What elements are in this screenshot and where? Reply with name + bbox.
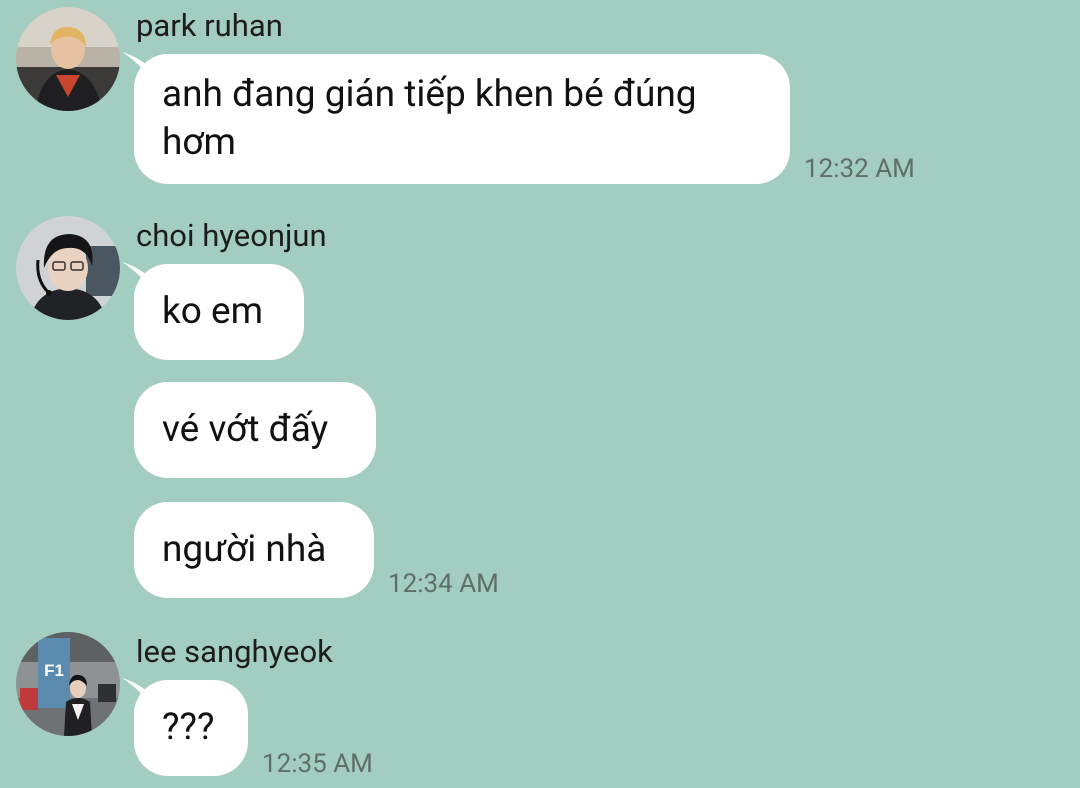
message-bubble[interactable]: ??? <box>134 680 248 776</box>
message-bubble[interactable]: người nhà <box>134 502 374 598</box>
message-timestamp: 12:35 AM <box>262 749 373 779</box>
message-text: ??? <box>162 706 215 749</box>
sender-name: lee sanghyeok <box>136 633 333 670</box>
message-text: người nhà <box>162 528 327 571</box>
avatar-photo-icon: F1 <box>16 632 120 736</box>
message-bubble[interactable]: anh đang gián tiếp khen bé đúng hơm <box>134 54 790 184</box>
message-text: vé vớt đấy <box>162 408 329 451</box>
message-bubble[interactable]: ko em <box>134 264 304 360</box>
message-text: anh đang gián tiếp khen bé đúng hơm <box>162 73 697 164</box>
sender-name: park ruhan <box>136 7 283 44</box>
avatar-photo-icon <box>16 216 120 320</box>
avatar-choi-hyeonjun[interactable] <box>16 216 120 320</box>
avatar-lee-sanghyeok[interactable]: F1 <box>16 632 120 736</box>
message-bubble[interactable]: vé vớt đấy <box>134 382 376 478</box>
avatar-sign-text: F1 <box>44 661 64 680</box>
sender-name: choi hyeonjun <box>136 217 327 254</box>
message-timestamp: 12:34 AM <box>388 569 499 599</box>
message-text: ko em <box>162 290 264 333</box>
message-timestamp: 12:32 AM <box>804 154 915 184</box>
avatar-park-ruhan[interactable] <box>16 7 120 111</box>
chat-window: park ruhan anh đang gián tiếp khen bé đú… <box>0 0 1080 788</box>
avatar-photo-icon <box>16 7 120 111</box>
